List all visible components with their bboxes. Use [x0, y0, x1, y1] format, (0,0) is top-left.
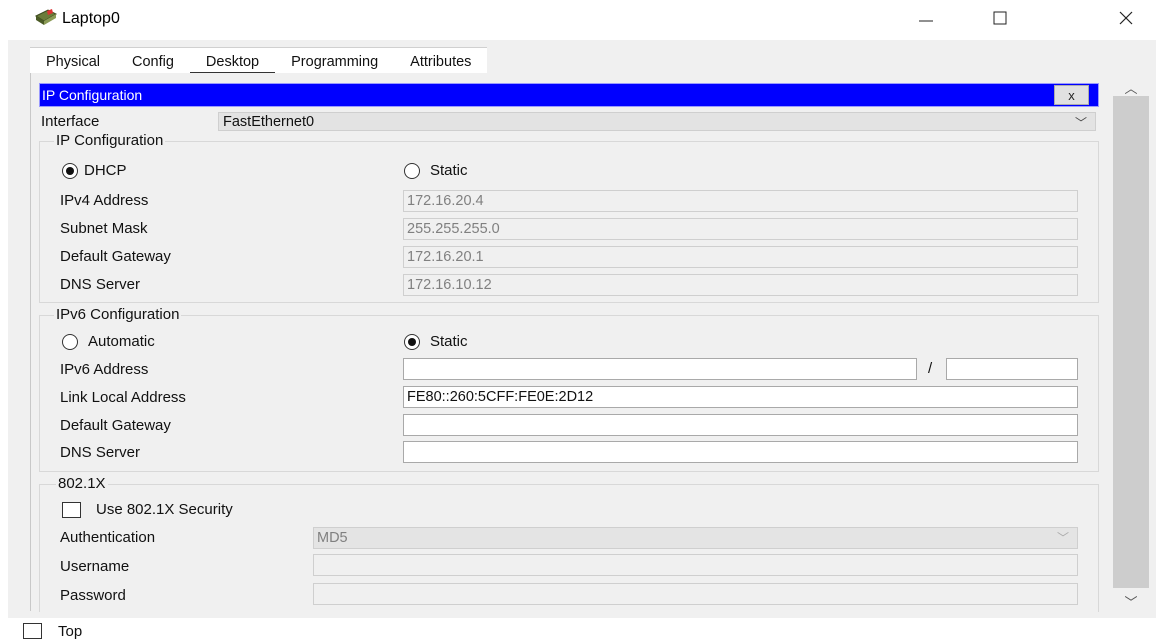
ipv6-group-title: IPv6 Configuration [54, 306, 182, 323]
tab-config[interactable]: Config [116, 48, 190, 74]
static-ipv6-label: Static [430, 333, 468, 350]
minimize-icon [919, 20, 933, 22]
minimize-button[interactable] [896, 0, 956, 36]
static-ipv4-label: Static [430, 162, 468, 179]
ip-config-title: IP Configuration [42, 87, 143, 103]
scrollbar-thumb[interactable] [1113, 96, 1149, 588]
automatic-ipv6-radio[interactable] [62, 334, 78, 350]
password-label: Password [60, 587, 126, 604]
chevron-down-icon: ﹀ [1074, 116, 1087, 130]
automatic-ipv6-label: Automatic [88, 333, 155, 350]
ipv4-address-field[interactable]: 172.16.20.4 [403, 190, 1078, 212]
close-window-button[interactable] [1096, 0, 1156, 36]
scroll-up-icon[interactable]: ︿ [1113, 78, 1149, 96]
static-ipv6-radio[interactable] [404, 334, 420, 350]
use-802-1x-label: Use 802.1X Security [96, 501, 233, 518]
dhcp-radio[interactable] [62, 163, 78, 179]
authentication-label: Authentication [60, 529, 156, 546]
ip-config-titlebar: IP Configuration [39, 83, 1099, 107]
chevron-down-icon: ﹀ [1056, 531, 1069, 545]
ipv6-address-label: IPv6 Address [60, 361, 149, 378]
interface-label: Interface [41, 113, 100, 130]
ipv4-dns-field[interactable]: 172.16.10.12 [403, 274, 1078, 296]
ipv4-address-label: IPv4 Address [60, 192, 149, 209]
scroll-down-icon[interactable]: ﹀ [1113, 592, 1149, 610]
window-title: Laptop0 [62, 10, 120, 27]
dot1x-group-title: 802.1X [56, 475, 108, 492]
username-field[interactable] [313, 554, 1078, 576]
ipv4-group-title: IP Configuration [54, 132, 166, 149]
subnet-mask-label: Subnet Mask [60, 220, 148, 237]
username-label: Username [60, 558, 130, 575]
link-local-label: Link Local Address [60, 389, 186, 406]
maximize-icon [993, 11, 1007, 25]
title-bar: Laptop0 [0, 0, 1164, 40]
top-checkbox[interactable] [23, 623, 42, 639]
ipv4-gateway-label: Default Gateway [60, 248, 171, 265]
tab-bar: Physical Config Desktop Programming Attr… [30, 47, 488, 74]
laptop-icon [34, 8, 58, 28]
use-802-1x-checkbox[interactable] [62, 502, 81, 518]
dhcp-label: DHCP [84, 162, 127, 179]
top-label: Top [58, 623, 83, 640]
tab-programming[interactable]: Programming [275, 48, 394, 74]
tab-attributes[interactable]: Attributes [394, 48, 487, 74]
password-field[interactable] [313, 583, 1078, 605]
ipv6-prefix-field[interactable] [946, 358, 1078, 380]
ipv4-gateway-field[interactable]: 172.16.20.1 [403, 246, 1078, 268]
ipv6-gateway-field[interactable] [403, 414, 1078, 436]
tab-desktop[interactable]: Desktop [189, 48, 276, 74]
maximize-button[interactable] [970, 0, 1030, 36]
static-ipv4-radio[interactable] [404, 163, 420, 179]
authentication-value: MD5 [317, 530, 348, 546]
interface-value: FastEthernet0 [223, 114, 315, 130]
ipv6-gateway-label: Default Gateway [60, 417, 171, 434]
ipv6-dns-label: DNS Server [60, 444, 141, 461]
interface-select[interactable]: FastEthernet0 ﹀ [218, 112, 1096, 131]
ip-config-close-button[interactable]: x [1054, 85, 1089, 105]
authentication-select[interactable]: MD5 ﹀ [313, 527, 1078, 549]
prefix-separator: / [928, 360, 933, 377]
subnet-mask-field[interactable]: 255.255.255.0 [403, 218, 1078, 240]
close-icon [1119, 11, 1133, 25]
ipv6-address-field[interactable] [403, 358, 917, 380]
link-local-field[interactable]: FE80::260:5CFF:FE0E:2D12 [403, 386, 1078, 408]
ipv4-dns-label: DNS Server [60, 276, 141, 293]
tab-physical[interactable]: Physical [30, 48, 116, 74]
ipv6-dns-field[interactable] [403, 441, 1078, 463]
